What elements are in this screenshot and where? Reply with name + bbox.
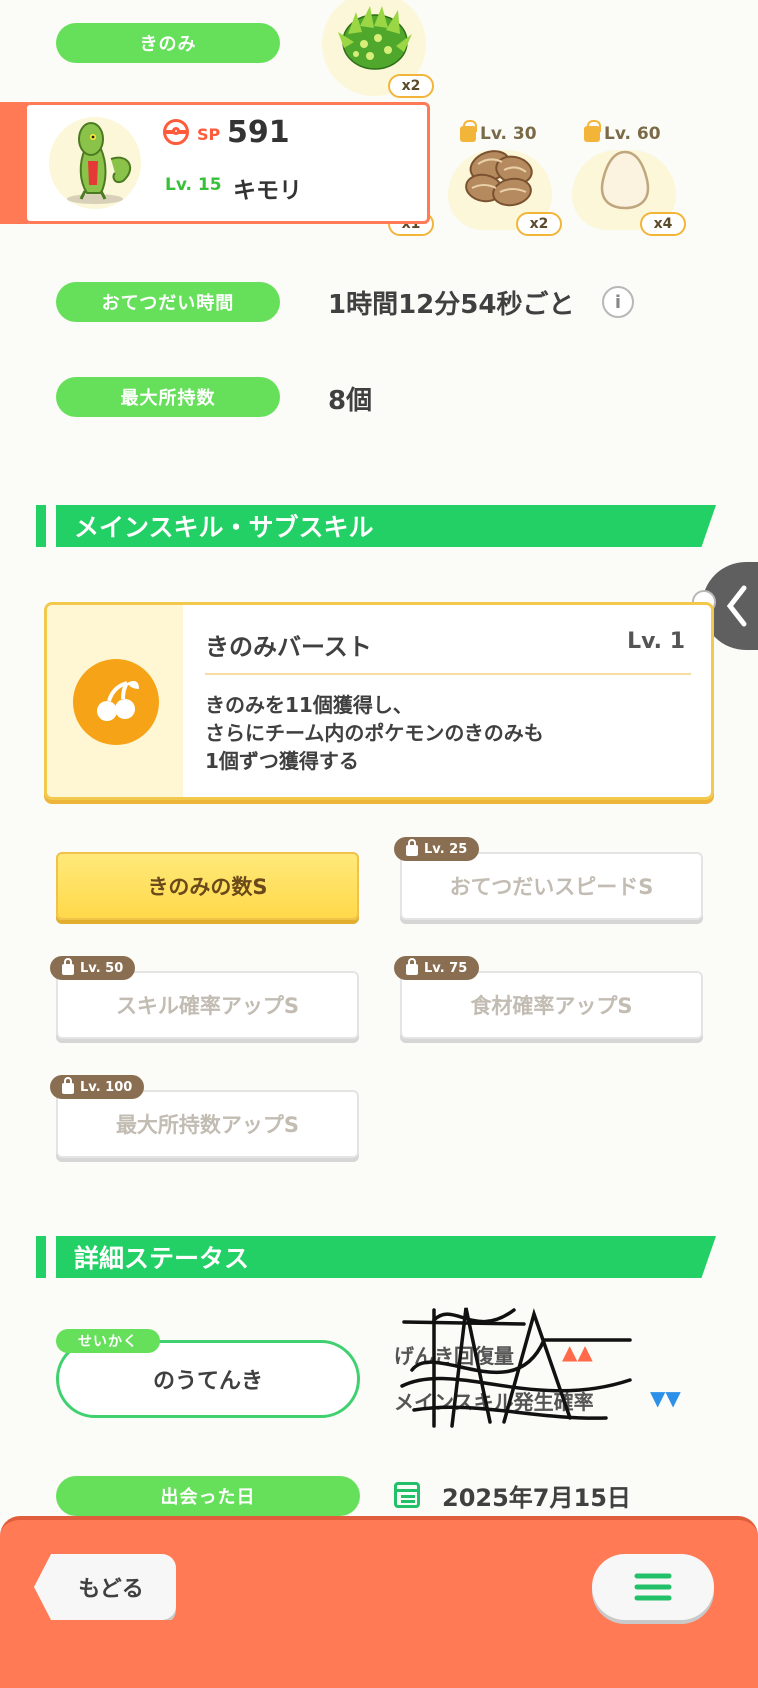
main-skill-name: きのみバースト [205,633,372,661]
footer-bar: もどる [0,1516,758,1688]
subskill-2-unlock-text: Lv. 25 [424,841,468,857]
subskill-1-button[interactable]: きのみの数S [56,852,359,920]
berry-icon [338,6,412,70]
subskill-3-unlock-text: Lv. 50 [80,960,124,976]
main-skill-desc-line: きのみを11個獲得し、 [205,693,413,717]
handwritten-scribble [400,1307,632,1428]
subskill-2-button[interactable]: おてつだいスピードS [400,852,703,920]
pokemon-portrait [67,122,132,204]
subskill-3-button[interactable]: スキル確率アップS [56,971,359,1039]
lock-icon [584,120,601,142]
lock-icon [406,839,418,856]
subskill-5-unlock-text: Lv. 100 [80,1079,133,1095]
pokemon-name: キモリ [233,178,302,204]
berry-count-badge: x2 [388,74,434,98]
sp-value: 591 [227,115,290,150]
details-section-title: 詳細ステータス [56,1236,716,1278]
skills-section-title: メインスキル・サブスキル [56,505,716,547]
subskill-4-unlock-tag: Lv. 75 [394,956,480,980]
met-date-label: 出会った日 [56,1476,360,1516]
back-button-label: もどる [78,1577,144,1602]
subskill-4-unlock-text: Lv. 75 [424,960,468,976]
pokemon-card[interactable]: SP 591 Lv. 15 キモリ [24,102,430,224]
section-marker [36,1236,46,1278]
calendar-icon [394,1482,420,1508]
max-carry-label: 最大所持数 [56,377,280,417]
potato-icon [465,150,533,207]
help-time-label: おてつだい時間 [56,282,280,322]
ingredient-2-count-badge: x2 [516,212,562,236]
menu-button[interactable] [592,1554,714,1620]
sp-label: SP [197,125,221,144]
subskill-5-button[interactable]: 最大所持数アップS [56,1090,359,1158]
subskill-3-unlock-tag: Lv. 50 [50,956,136,980]
lock-icon [406,958,418,975]
help-time-value: 1時間12分54秒ごと [328,290,575,320]
lock-icon [62,1077,74,1094]
pokemon-level: Lv. 15 [165,175,222,195]
nature-tag: せいかく [56,1329,160,1353]
info-icon[interactable]: i [602,286,634,318]
nature-down-marker: ▼▼ [650,1386,681,1410]
main-skill-card[interactable]: きのみバースト Lv. 1 きのみを11個獲得し、 さらにチーム内のポケモンのき… [44,602,714,800]
ingredient-3-count-badge: x4 [640,212,686,236]
sp-icon [163,119,189,145]
main-skill-desc-line: 1個ずつ獲得する [205,749,359,773]
subskill-5-unlock-tag: Lv. 100 [50,1075,145,1099]
main-skill-level: Lv. 1 [627,629,685,654]
ingredient-3-unlock-level: Lv. 60 [584,120,661,144]
lock-icon [62,958,74,975]
egg-icon [600,150,650,210]
subskill-2-unlock-tag: Lv. 25 [394,837,480,861]
berry-burst-icon [73,659,159,745]
main-skill-description: きのみを11個獲得し、 さらにチーム内のポケモンのきのみも 1個ずつ獲得する [205,691,544,775]
nature-value: のうてんき [152,1369,263,1394]
main-skill-divider [205,673,691,675]
max-carry-value: 8個 [328,386,373,416]
chevron-left-icon [724,584,750,628]
main-skill-desc-line: さらにチーム内のポケモンのきのみも [205,721,544,745]
subskill-4-button[interactable]: 食材確率アップS [400,971,703,1039]
ingredient-3-unlock-text: Lv. 60 [604,124,661,144]
hamburger-menu-icon [634,1573,672,1601]
section-marker [36,505,46,547]
berry-label: きのみ [56,23,280,63]
back-button[interactable]: もどる [34,1554,176,1620]
met-date-value: 2025年7月15日 [442,1484,631,1512]
